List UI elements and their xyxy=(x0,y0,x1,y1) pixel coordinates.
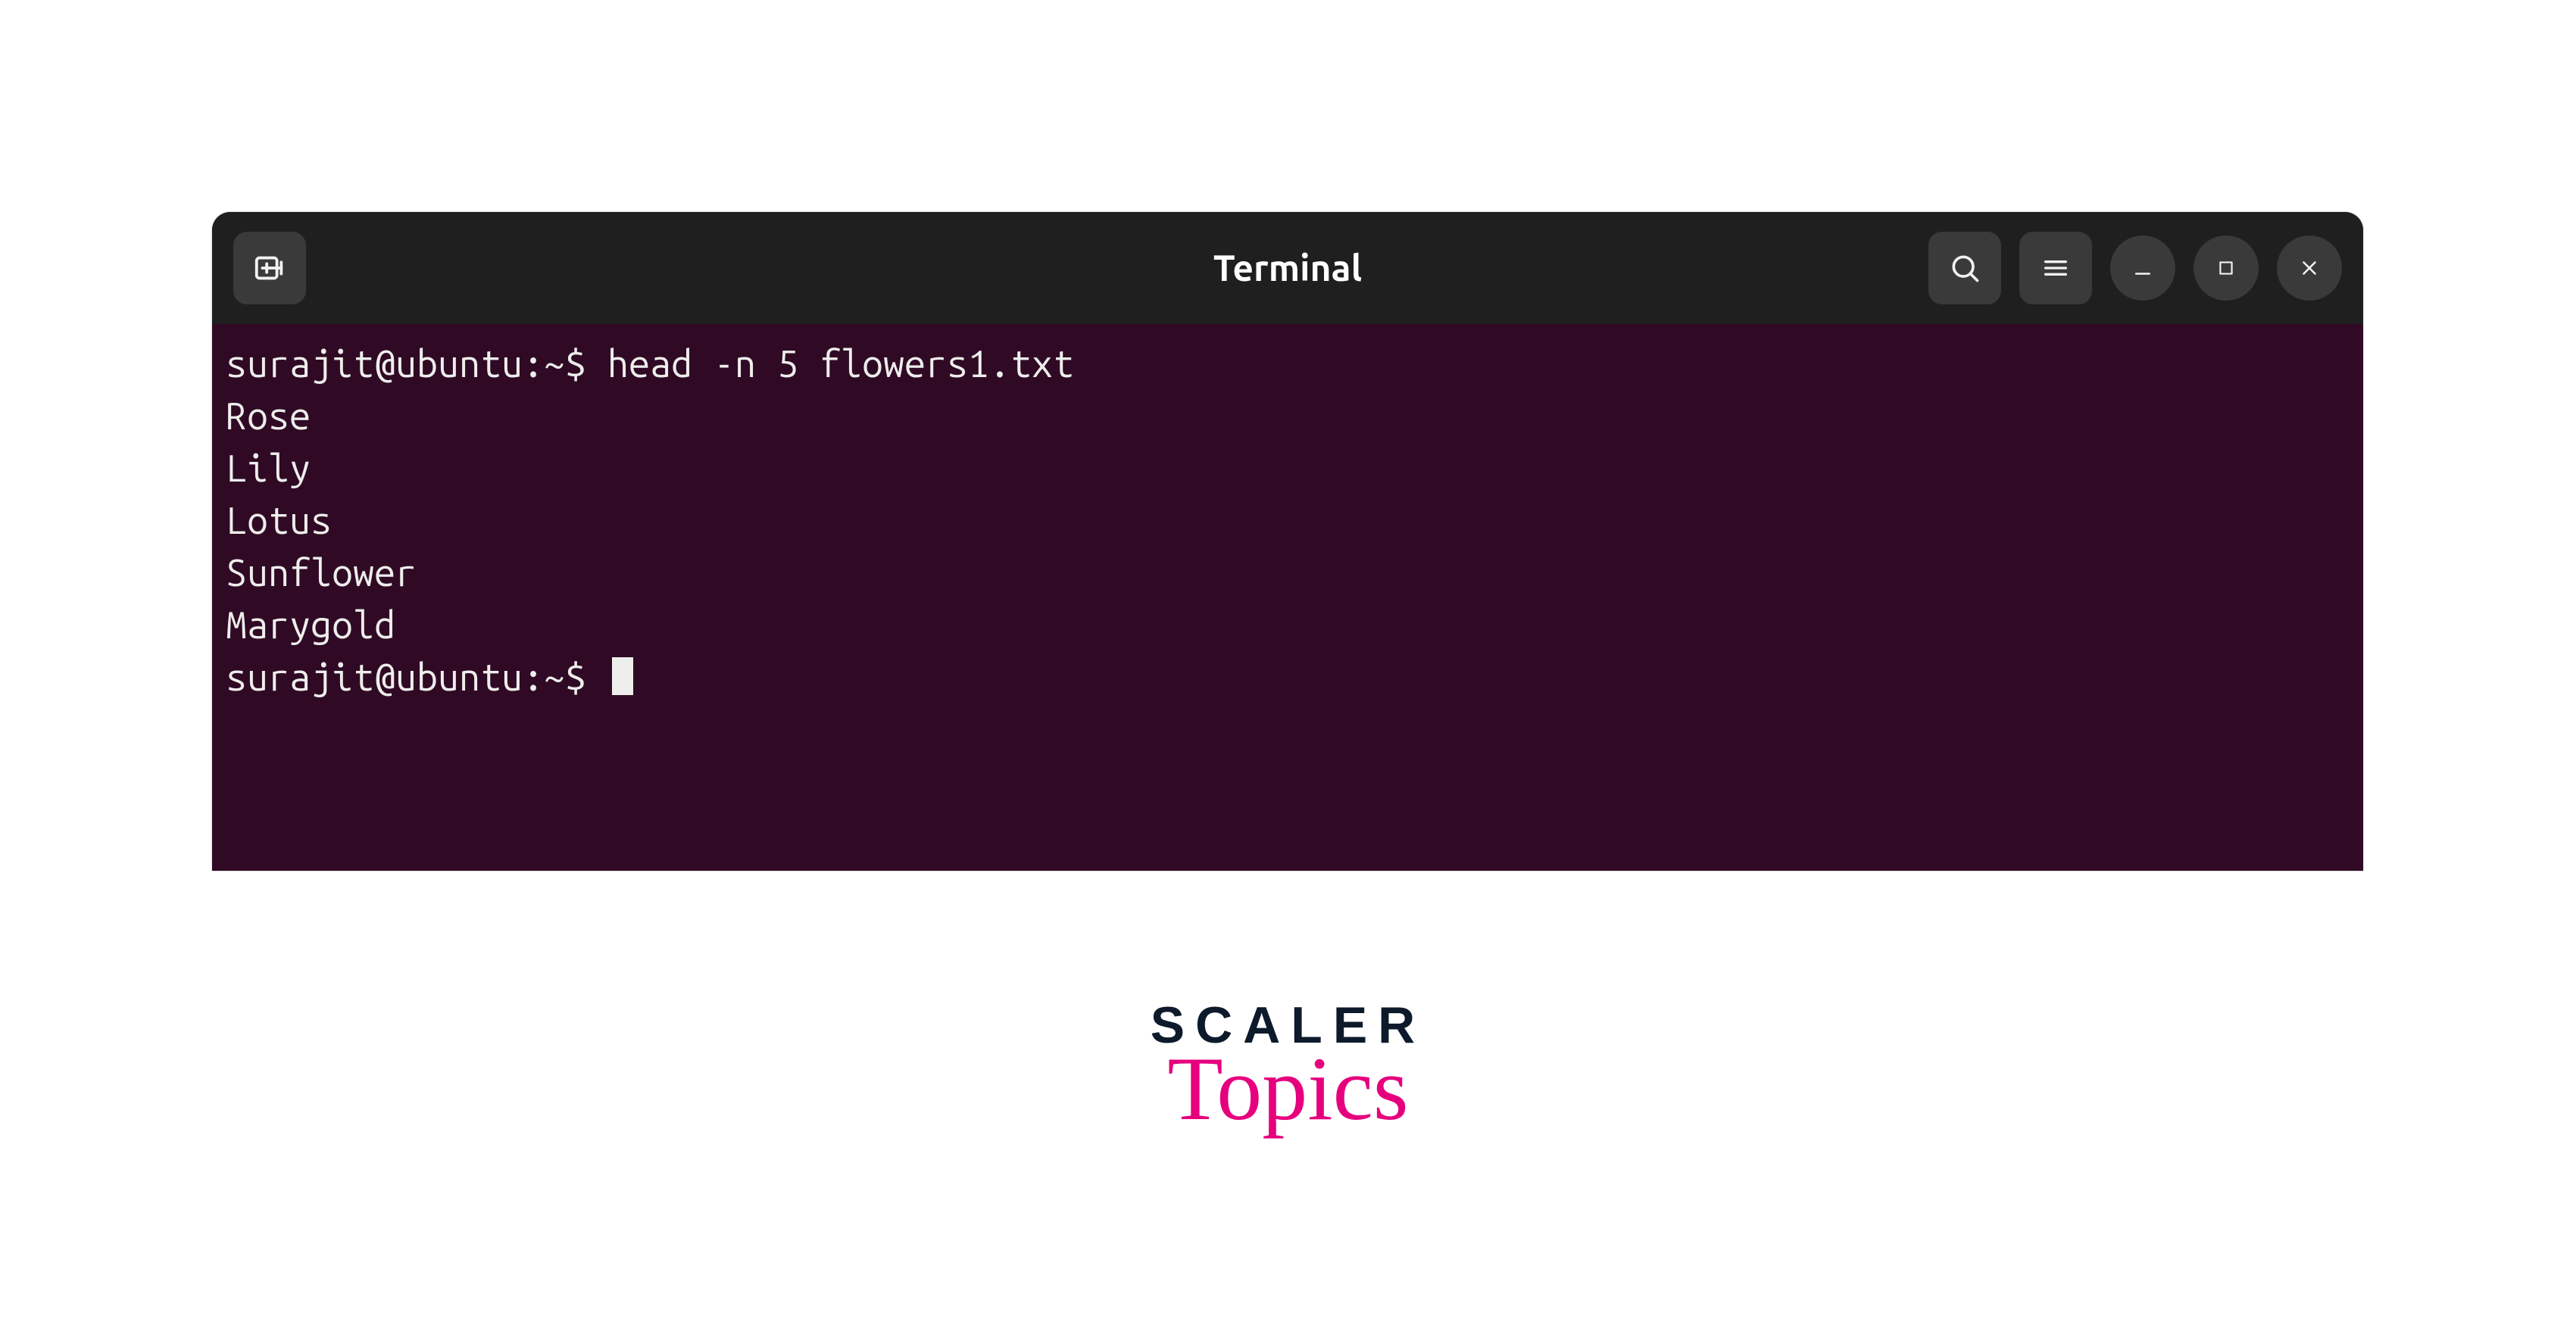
output-line: Lily xyxy=(212,442,2363,494)
search-button[interactable] xyxy=(1928,232,2001,304)
close-icon xyxy=(2298,257,2321,279)
minimize-icon xyxy=(2131,257,2154,279)
prompt-suffix: $ xyxy=(565,342,586,385)
minimize-button[interactable] xyxy=(2110,235,2175,301)
terminal-body[interactable]: surajit@ubuntu:~$ head -n 5 flowers1.txt… xyxy=(212,324,2363,871)
cursor xyxy=(612,657,633,695)
output-line: Marygold xyxy=(212,599,2363,651)
prompt-user-host: surajit@ubuntu xyxy=(226,656,523,698)
new-tab-icon xyxy=(252,251,287,285)
terminal-window: Terminal xyxy=(212,212,2363,871)
prompt-suffix: $ xyxy=(565,656,586,698)
close-button[interactable] xyxy=(2277,235,2342,301)
output-line: Rose xyxy=(212,390,2363,442)
prompt-sep: : xyxy=(523,342,544,385)
prompt-sep: : xyxy=(523,656,544,698)
output-line: Lotus xyxy=(212,494,2363,547)
prompt-user-host: surajit@ubuntu xyxy=(226,342,523,385)
maximize-icon xyxy=(2216,258,2236,278)
window-title: Terminal xyxy=(1213,248,1362,288)
menu-button[interactable] xyxy=(2019,232,2092,304)
titlebar-right-group xyxy=(1928,232,2342,304)
typed-command: head -n 5 flowers1.txt xyxy=(607,342,1074,385)
titlebar-left-group xyxy=(233,232,306,304)
terminal-line-prompt: surajit@ubuntu:~$ head -n 5 flowers1.txt xyxy=(212,338,2363,390)
search-icon xyxy=(1948,251,1981,285)
new-tab-button[interactable] xyxy=(233,232,306,304)
maximize-button[interactable] xyxy=(2194,235,2259,301)
terminal-line-prompt: surajit@ubuntu:~$ xyxy=(212,651,2363,703)
prompt-cwd: ~ xyxy=(544,342,565,385)
logo-text-topics: Topics xyxy=(1151,1043,1426,1134)
output-line: Sunflower xyxy=(212,547,2363,599)
watermark-logo: SCALER Topics xyxy=(1151,999,1426,1134)
prompt-cwd: ~ xyxy=(544,656,565,698)
titlebar: Terminal xyxy=(212,212,2363,324)
hamburger-icon xyxy=(2041,253,2071,283)
